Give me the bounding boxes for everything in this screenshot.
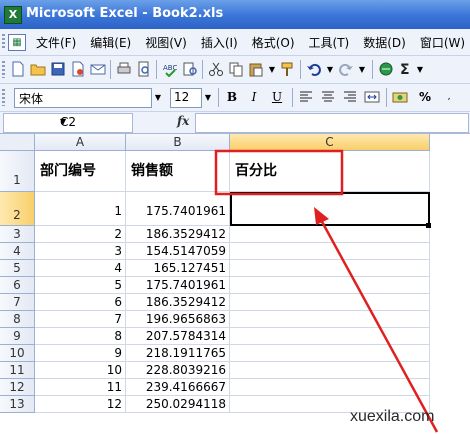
watermark: xuexila.com (350, 408, 435, 425)
annotation-overlay (214, 149, 439, 433)
annotation-arrow (318, 217, 439, 433)
annotation-arrow-head (314, 207, 329, 225)
highlight-rectangle (214, 149, 344, 196)
